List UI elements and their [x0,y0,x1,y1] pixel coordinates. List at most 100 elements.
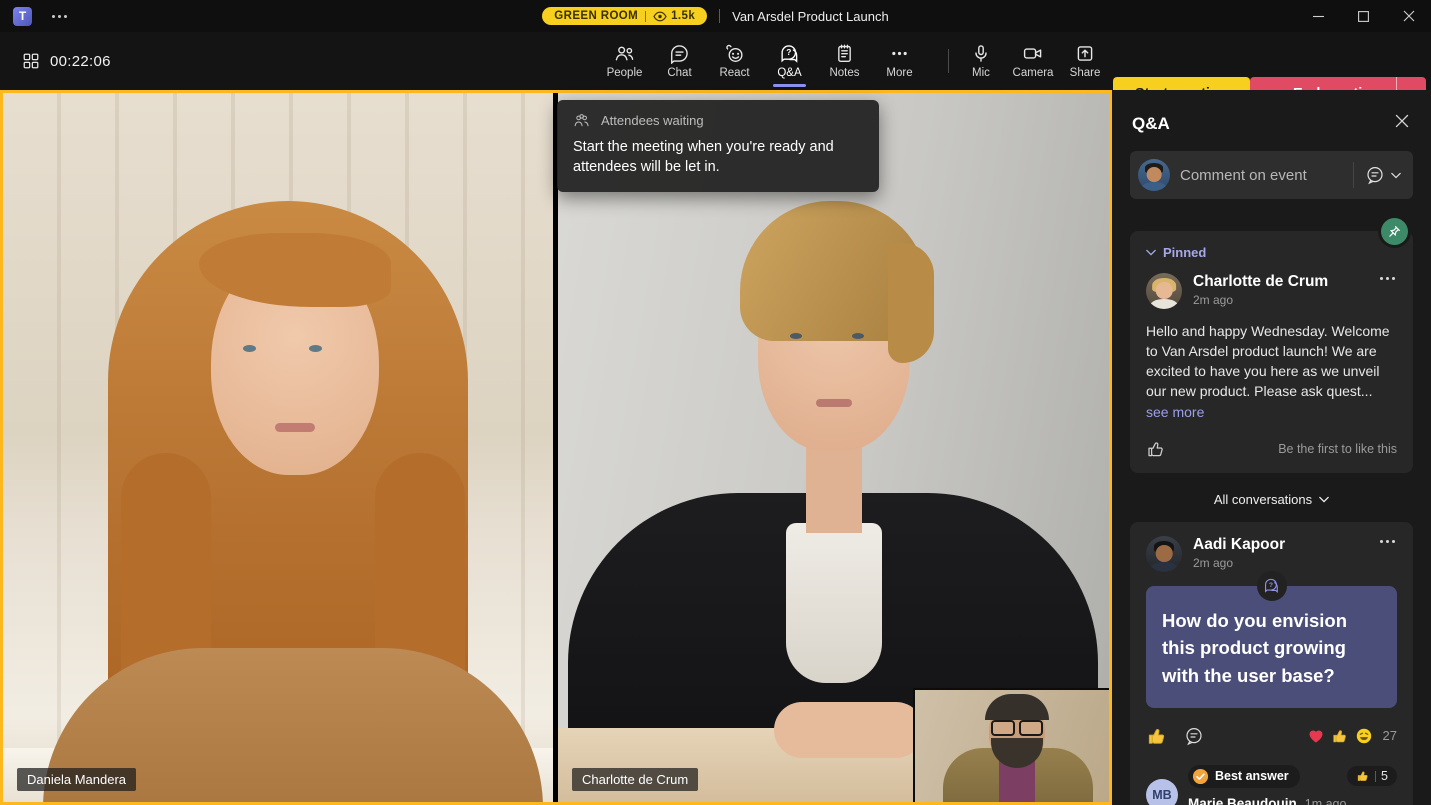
device-label: Camera [1013,67,1054,79]
badge-divider [645,11,646,22]
thumbs-up-react-button[interactable] [1146,725,1168,747]
grid-view-icon[interactable] [22,52,40,70]
hair-shape [985,694,1049,720]
meeting-timer: 00:22:06 [50,53,111,70]
tab-chat[interactable]: Chat [652,32,707,90]
share-icon [1075,43,1095,64]
tab-label: Chat [667,67,691,79]
person-illustration-daniela [3,93,553,802]
svg-text:?: ? [786,47,791,57]
composer-placeholder: Comment on event [1180,167,1343,184]
thumbs-up-icon [1146,725,1168,747]
post-author: Charlotte de Crum [1193,273,1367,291]
mic-icon [971,43,991,64]
conversation-filter-label: All conversations [1214,492,1312,507]
participant-name-label: Charlotte de Crum [572,768,698,791]
eye-shape [790,333,802,339]
pin-icon [1388,225,1401,238]
neck-shape [806,443,862,533]
teams-logo: T [13,7,32,26]
green-room-badge: GREEN ROOM 1.5k [542,7,707,25]
people-icon [614,43,635,64]
qa-icon: ? [1263,577,1280,594]
mic-button[interactable]: Mic [955,32,1007,90]
comment-react-button[interactable] [1183,725,1205,747]
answer-vote-pill[interactable]: 5 [1347,766,1397,786]
post-type-selector[interactable] [1364,164,1401,186]
tab-notes[interactable]: Notes [817,32,872,90]
best-answer-check-icon [1192,768,1209,785]
chevron-down-icon [1319,496,1329,503]
titlebar-more-button[interactable] [48,11,71,22]
share-button[interactable]: Share [1059,32,1111,90]
tab-label: People [607,67,643,79]
question-text-box: How do you envision this product growing… [1146,586,1397,708]
thumbs-up-icon [1356,769,1370,783]
best-answer-label: Best answer [1215,769,1289,783]
camera-button[interactable]: Camera [1007,32,1059,90]
post-author: Aadi Kapoor [1193,536,1367,554]
answer-timestamp: 1m ago [1305,797,1347,805]
tab-label: React [719,67,749,79]
tab-more[interactable]: More [872,32,927,90]
tooltip-title: Attendees waiting [601,113,704,128]
laugh-icon [1355,727,1373,745]
composer-divider [1353,162,1354,188]
comment-composer[interactable]: Comment on event [1130,151,1413,199]
avatar-initials-mb: MB [1146,779,1178,805]
meeting-title: Van Arsdel Product Launch [732,9,889,24]
qa-icon: ? [779,43,800,64]
maximize-button[interactable] [1341,0,1386,32]
close-icon [1403,10,1415,22]
chevron-down-icon [1146,249,1156,256]
comment-icon [1183,725,1205,747]
pinned-section-toggle[interactable]: Pinned [1146,245,1397,260]
close-qa-panel-button[interactable] [1393,112,1411,135]
reaction-count: 27 [1383,728,1397,743]
tab-react[interactable]: React [707,32,762,90]
minimize-button[interactable] [1296,0,1341,32]
mouth-shape [275,423,315,432]
react-icon [724,43,745,64]
toolbar-tabs: People Chat [597,32,927,90]
green-room-stage: Daniela Mandera Charlotte de Crum [0,90,1112,805]
hands-shape [774,702,924,758]
conversation-filter[interactable]: All conversations [1112,492,1431,507]
chevron-down-icon [1391,172,1401,179]
like-hint-text: Be the first to like this [1278,442,1397,456]
blouse-shape [786,523,882,683]
tab-qa[interactable]: ? Q&A [762,32,817,90]
answer-vote-count: 5 [1381,769,1388,783]
eye-icon [653,11,667,22]
eye-shape [852,333,864,339]
reaction-summary[interactable]: 27 [1307,727,1397,745]
pinned-badge [1381,218,1408,245]
self-view-thumbnail[interactable] [913,688,1109,802]
video-tile-daniela[interactable]: Daniela Mandera [3,93,553,802]
post-more-button[interactable] [1378,536,1397,547]
pinned-post-text: Hello and happy Wednesday. Welcome to Va… [1146,323,1390,399]
more-icon [889,43,910,64]
thumbs-up-outline-icon [1146,439,1166,459]
like-button[interactable] [1146,439,1166,459]
thumbs-up-icon [1331,727,1349,745]
see-more-link[interactable]: see more [1146,404,1204,420]
video-tile-charlotte[interactable]: Charlotte de Crum [558,93,1109,802]
maximize-icon [1358,11,1369,22]
attendees-icon [573,113,592,128]
viewer-count: 1.5k [671,10,695,22]
glasses-shape [991,720,1043,736]
tooltip-body: Start the meeting when you're ready and … [573,137,863,177]
participant-name-label: Daniela Mandera [17,768,136,791]
answer-author: Marie Beaudouin [1188,796,1297,805]
minimize-icon [1313,11,1324,22]
teams-meeting-window: T GREEN ROOM 1.5k Van Arsdel Product Lau… [0,0,1431,805]
active-tab-indicator [773,84,806,87]
question-post-card: Aadi Kapoor 2m ago ? How do you envision [1130,522,1413,805]
hair-strand [888,243,934,363]
close-window-button[interactable] [1386,0,1431,32]
notes-icon [834,43,855,64]
tab-people[interactable]: People [597,32,652,90]
mouth-shape [816,399,852,407]
post-more-button[interactable] [1378,273,1397,284]
